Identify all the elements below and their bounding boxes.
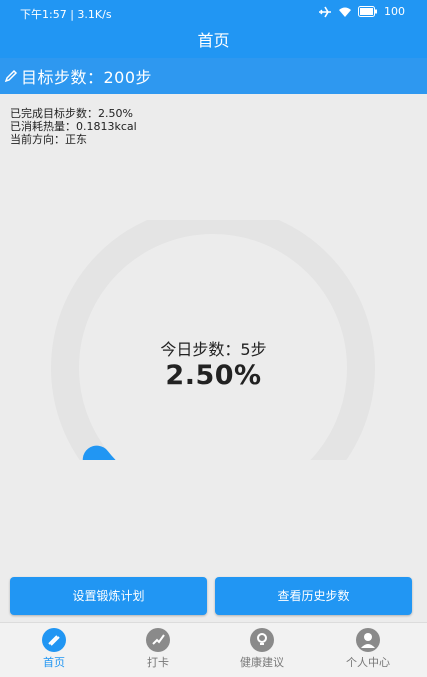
goal-banner[interactable]: 目标步数：200步 (0, 58, 427, 94)
view-history-button[interactable]: 查看历史步数 (215, 577, 412, 615)
goal-percent-value: 2.50% (0, 360, 427, 391)
status-bar: 下午1:57 | 3.1K/s 100 (0, 0, 427, 26)
status-icons: 100 (318, 5, 405, 18)
status-time: 下午1:57 | 3.1K/s (20, 6, 112, 22)
home-icon (41, 627, 67, 653)
battery-icon (358, 6, 378, 17)
wifi-icon (338, 6, 352, 18)
calories-text: 已消耗热量：0.1813kcal (10, 120, 137, 133)
battery-percent: 100 (384, 5, 405, 18)
edit-pencil-icon (4, 69, 18, 83)
tab-home[interactable]: 首页 (9, 627, 99, 670)
checkin-icon (145, 627, 171, 653)
completed-percent-text: 已完成目标步数：2.50% (10, 107, 137, 120)
set-plan-button[interactable]: 设置锻炼计划 (10, 577, 207, 615)
tab-health[interactable]: 健康建议 (217, 627, 307, 670)
tab-home-label: 首页 (9, 654, 99, 670)
health-icon (249, 627, 275, 653)
airplane-icon (318, 6, 332, 18)
stats-info: 已完成目标步数：2.50% 已消耗热量：0.1813kcal 当前方向：正东 (10, 107, 137, 146)
direction-text: 当前方向：正东 (10, 133, 137, 146)
tab-profile[interactable]: 个人中心 (323, 627, 413, 670)
today-steps-label: 今日步数：5步 (0, 336, 427, 360)
app-bar: 首页 (0, 26, 427, 58)
tab-health-label: 健康建议 (217, 654, 307, 670)
tab-checkin[interactable]: 打卡 (113, 627, 203, 670)
tab-checkin-label: 打卡 (113, 654, 203, 670)
page-title: 首页 (197, 31, 229, 50)
profile-icon (355, 627, 381, 653)
bottom-tab-bar: 首页 打卡 健康建议 个人中心 (0, 622, 427, 677)
tab-profile-label: 个人中心 (323, 654, 413, 670)
goal-steps-text: 目标步数：200步 (21, 64, 152, 88)
